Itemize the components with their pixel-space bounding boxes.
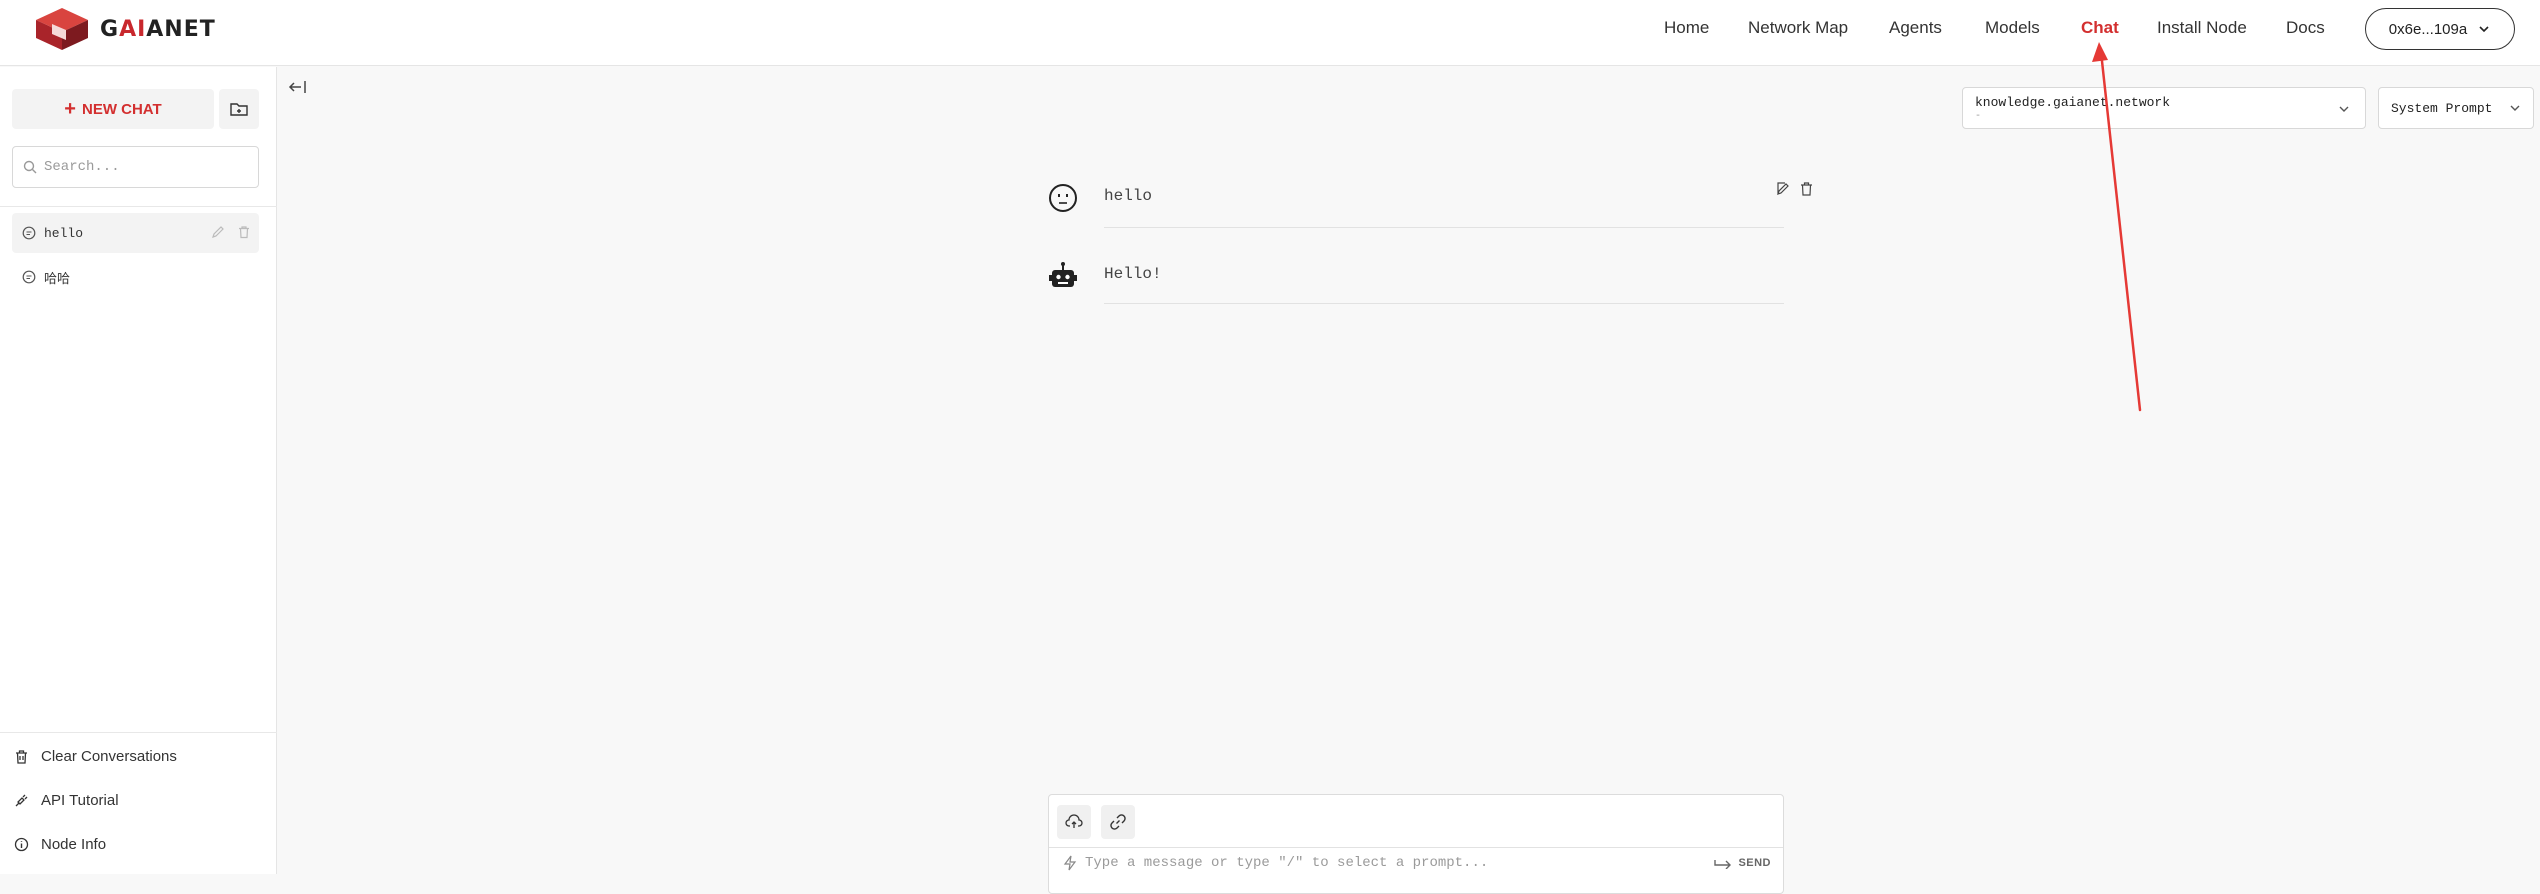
clear-conversations-label: Clear Conversations <box>41 748 177 765</box>
collapse-sidebar-button[interactable] <box>288 78 308 101</box>
chat-bubble-icon <box>22 226 36 240</box>
nav-agents[interactable]: Agents <box>1889 18 1942 38</box>
search-icon <box>23 160 37 173</box>
conversation-label: hello <box>44 225 84 241</box>
send-label: SEND <box>1738 857 1771 869</box>
gaianet-logo[interactable]: GAIANET <box>34 6 216 52</box>
sidebar-bottom-divider <box>0 732 277 733</box>
edit-icon[interactable] <box>211 225 225 239</box>
trash-icon <box>16 749 27 764</box>
new-chat-label: NEW CHAT <box>81 100 162 118</box>
chat-bubble-icon <box>22 270 36 284</box>
message-divider <box>1104 303 1784 304</box>
sidebar-divider <box>0 206 277 207</box>
conversation-item[interactable]: 哈哈 <box>12 257 259 297</box>
info-icon <box>14 837 29 852</box>
node-info-link[interactable]: Node Info <box>14 836 106 853</box>
clear-conversations-link[interactable]: Clear Conversations <box>14 748 177 765</box>
node-info-label: Node Info <box>41 836 107 853</box>
annotation-arrow <box>2092 42 2142 412</box>
send-button[interactable]: SEND <box>1714 857 1771 869</box>
logo-wordmark: GAIANET <box>100 16 216 42</box>
search-box[interactable] <box>12 146 259 188</box>
trash-icon[interactable] <box>237 225 251 239</box>
edit-message-icon[interactable] <box>1776 181 1791 196</box>
nav-home[interactable]: Home <box>1664 18 1709 38</box>
message-composer: SEND <box>1048 794 1784 894</box>
system-prompt-selector[interactable]: System Prompt <box>2378 87 2534 129</box>
model-selector[interactable]: knowledge.gaianet.network - <box>1962 87 2366 129</box>
message-text: hello <box>1104 187 1153 205</box>
message-divider <box>1104 227 1784 228</box>
plug-icon <box>15 794 28 807</box>
model-subtitle: - <box>1975 111 1982 122</box>
logo-cube-icon <box>36 8 88 50</box>
arrow-left-bar-icon <box>288 81 306 93</box>
attach-link-button[interactable] <box>1101 805 1135 839</box>
message-input[interactable] <box>1085 855 1685 871</box>
wallet-address: 0x6e...109a <box>2388 20 2468 38</box>
composer-divider <box>1049 847 1783 848</box>
api-tutorial-link[interactable]: API Tutorial <box>14 792 119 809</box>
sidebar: + NEW CHAT hello 哈哈 Clear Conversations … <box>0 67 277 874</box>
delete-message-icon[interactable] <box>1799 181 1814 196</box>
chevron-down-icon <box>2339 106 2349 112</box>
api-tutorial-label: API Tutorial <box>41 792 119 809</box>
nav-docs[interactable]: Docs <box>2286 18 2325 38</box>
search-input[interactable] <box>44 159 244 175</box>
user-face-icon <box>1049 184 1077 212</box>
robot-icon <box>1049 262 1077 287</box>
new-folder-button[interactable] <box>219 89 259 129</box>
link-icon <box>1110 814 1126 830</box>
plus-icon: + <box>64 98 76 120</box>
chevron-down-icon <box>2479 26 2489 33</box>
message-text: Hello! <box>1104 265 1162 283</box>
cloud-upload-icon <box>1065 814 1083 828</box>
lightning-icon <box>1063 855 1077 871</box>
nav-install-node[interactable]: Install Node <box>2157 18 2247 38</box>
conversation-label: 哈哈 <box>44 271 71 287</box>
new-chat-button[interactable]: + NEW CHAT <box>12 89 214 129</box>
upload-button[interactable] <box>1057 805 1091 839</box>
wallet-button[interactable]: 0x6e...109a <box>2365 8 2515 50</box>
chevron-down-icon <box>2510 105 2520 111</box>
top-navigation-bar: GAIANET Home Network Map Agents Models C… <box>0 0 2540 66</box>
nav-models[interactable]: Models <box>1985 18 2040 38</box>
model-name: knowledge.gaianet.network <box>1975 95 2171 110</box>
composer-input-row <box>1063 855 1685 871</box>
enter-arrow-icon <box>1714 860 1732 869</box>
folder-plus-icon <box>230 103 248 116</box>
system-prompt-label: System Prompt <box>2391 100 2493 116</box>
nav-chat[interactable]: Chat <box>2081 18 2119 38</box>
nav-network-map[interactable]: Network Map <box>1748 18 1848 38</box>
conversation-item[interactable]: hello <box>12 213 259 253</box>
